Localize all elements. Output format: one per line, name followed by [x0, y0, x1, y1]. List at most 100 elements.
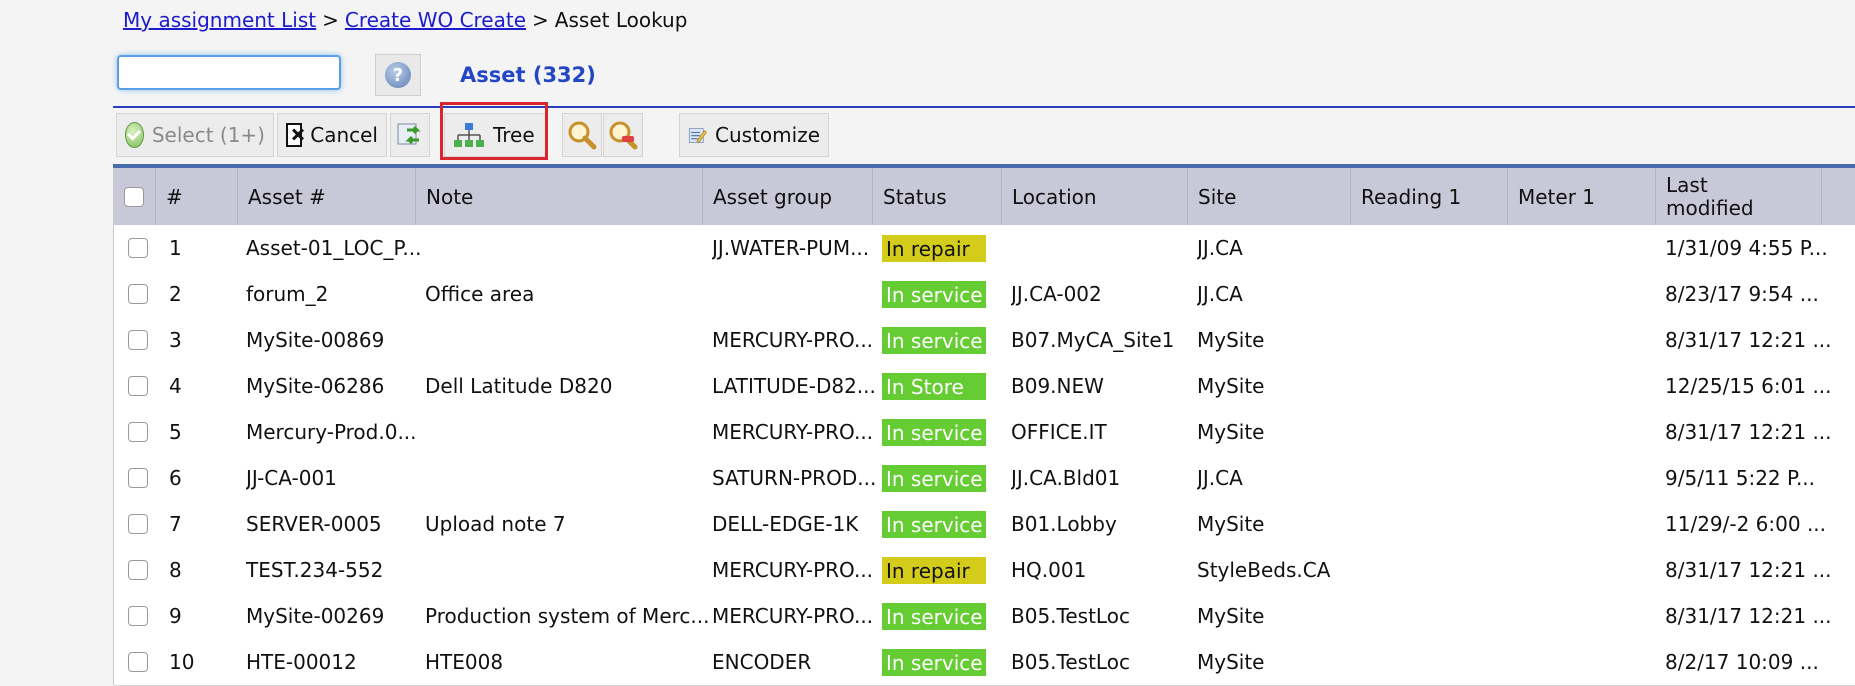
cell-asset-group: MERCURY-PRO...: [712, 420, 874, 444]
row-checkbox-cell: [128, 501, 148, 547]
column-header-note-label: Note: [426, 184, 474, 209]
breadcrumb-link-create-wo[interactable]: Create WO Create: [345, 8, 526, 32]
table-row[interactable]: 10 HTE-00012 HTE008 ENCODER In service B05.Te…: [114, 639, 1855, 686]
cell-number: 9: [169, 604, 182, 628]
column-header-last-modified[interactable]: Last modified: [1656, 168, 1822, 225]
column-header-asset-label: Asset #: [248, 184, 326, 209]
row-checkbox[interactable]: [128, 330, 148, 350]
magnifier-icon: [568, 121, 597, 150]
breadcrumb-separator: >: [532, 8, 549, 32]
refresh-button[interactable]: [390, 113, 430, 157]
cell-location: JJ.CA-002: [1011, 282, 1102, 306]
column-header-number[interactable]: #: [156, 168, 238, 225]
row-checkbox-cell: [128, 639, 148, 685]
cell-site: MySite: [1197, 420, 1265, 444]
cell-number: 5: [169, 420, 182, 444]
cell-site: MySite: [1197, 328, 1265, 352]
status-badge: In repair: [882, 556, 986, 584]
clear-search-icon: [609, 121, 638, 150]
table-row[interactable]: 7 SERVER-0005 Upload note 7 DELL-EDGE-1K In …: [114, 501, 1855, 548]
cell-asset: TEST.234-552: [246, 558, 384, 582]
breadcrumb-link-assignment-list[interactable]: My assignment List: [123, 8, 316, 32]
select-button[interactable]: Select (1+): [116, 113, 274, 157]
cell-number: 8: [169, 558, 182, 582]
cell-site: JJ.CA: [1197, 466, 1243, 490]
cancel-button-label: Cancel: [310, 123, 378, 147]
row-checkbox[interactable]: [128, 514, 148, 534]
cell-asset-group: MERCURY-PRO...: [712, 328, 874, 352]
row-checkbox[interactable]: [128, 284, 148, 304]
cell-status: In service: [882, 455, 986, 501]
column-header-reading-label: Reading 1: [1361, 184, 1462, 209]
column-header-asset-group[interactable]: Asset group: [703, 168, 873, 225]
cell-location: OFFICE.IT: [1011, 420, 1107, 444]
cell-status: In repair: [882, 225, 986, 271]
breadcrumb-separator: >: [322, 8, 339, 32]
cell-asset-group: JJ.WATER-PUM...: [712, 236, 870, 260]
customize-icon: [688, 128, 707, 144]
cell-last-modified: 9/5/11 5:22 P...: [1665, 466, 1816, 490]
column-header-location[interactable]: Location: [1002, 168, 1188, 225]
table-row[interactable]: 6 JJ-CA-001 SATURN-PROD... In service JJ.CA.…: [114, 455, 1855, 502]
row-checkbox[interactable]: [128, 560, 148, 580]
customize-button-label: Customize: [715, 123, 820, 147]
status-badge: In service: [882, 648, 986, 676]
breadcrumb: My assignment List > Create WO Create > Asse…: [123, 8, 687, 32]
column-header-asset[interactable]: Asset #: [238, 168, 416, 225]
search-button[interactable]: [562, 113, 602, 157]
column-header-site[interactable]: Site: [1188, 168, 1351, 225]
cell-number: 3: [169, 328, 182, 352]
cell-asset-group: ENCODER: [712, 650, 812, 674]
column-header-status[interactable]: Status: [873, 168, 1002, 225]
column-header-reading[interactable]: Reading 1: [1351, 168, 1508, 225]
cell-asset: forum_2: [246, 282, 329, 306]
cell-note: Upload note 7: [425, 512, 566, 536]
row-checkbox[interactable]: [128, 606, 148, 626]
header-divider: [113, 106, 1855, 108]
table-row[interactable]: 3 MySite-00869 MERCURY-PRO... In service B07…: [114, 317, 1855, 364]
row-checkbox-cell: [128, 225, 148, 271]
asset-count-title: Asset (332): [460, 63, 596, 87]
cell-number: 6: [169, 466, 182, 490]
row-checkbox-cell: [128, 317, 148, 363]
cell-number: 7: [169, 512, 182, 536]
search-input[interactable]: [117, 55, 341, 90]
row-checkbox-cell: [128, 455, 148, 501]
row-checkbox[interactable]: [128, 238, 148, 258]
cell-last-modified: 1/31/09 4:55 P...: [1665, 236, 1828, 260]
status-badge: In service: [882, 602, 986, 630]
row-checkbox[interactable]: [128, 376, 148, 396]
column-header-meter[interactable]: Meter 1: [1508, 168, 1656, 225]
table-row[interactable]: 1 Asset-01_LOC_P... JJ.WATER-PUM... In repa…: [114, 225, 1855, 272]
status-badge: In service: [882, 418, 986, 446]
cell-asset: HTE-00012: [246, 650, 357, 674]
cell-asset-group: SATURN-PROD...: [712, 466, 877, 490]
cell-asset: MySite-00869: [246, 328, 385, 352]
clear-search-button[interactable]: [603, 113, 643, 157]
row-checkbox[interactable]: [128, 468, 148, 488]
row-checkbox[interactable]: [128, 652, 148, 672]
row-checkbox-cell: [128, 363, 148, 409]
cell-status: In service: [882, 593, 986, 639]
table-row[interactable]: 9 MySite-00269 Production system of Merc..…: [114, 593, 1855, 640]
cancel-button[interactable]: Cancel: [277, 113, 387, 157]
header-select-all: [114, 168, 156, 225]
column-header-note[interactable]: Note: [416, 168, 703, 225]
table-row[interactable]: 5 Mercury-Prod.0... MERCURY-PRO... In servi…: [114, 409, 1855, 456]
cell-status: In service: [882, 639, 986, 685]
cell-asset-group: DELL-EDGE-1K: [712, 512, 859, 536]
cell-asset-group: MERCURY-PRO...: [712, 604, 874, 628]
customize-button[interactable]: Customize: [679, 113, 829, 157]
table-row[interactable]: 2 forum_2 Office area In service JJ.CA-002 JJ…: [114, 271, 1855, 318]
row-checkbox-cell: [128, 593, 148, 639]
row-checkbox[interactable]: [128, 422, 148, 442]
cell-site: MySite: [1197, 374, 1265, 398]
select-all-checkbox[interactable]: [124, 186, 144, 207]
help-button[interactable]: ?: [375, 54, 421, 96]
table-row[interactable]: 8 TEST.234-552 MERCURY-PRO... In repair HQ.0…: [114, 547, 1855, 594]
column-header-status-label: Status: [883, 184, 947, 209]
cell-asset: SERVER-0005: [246, 512, 382, 536]
table-row[interactable]: 4 MySite-06286 Dell Latitude D820 LATITUDE-…: [114, 363, 1855, 410]
cell-last-modified: 8/2/17 10:09 ...: [1665, 650, 1819, 674]
cell-asset: Asset-01_LOC_P...: [246, 236, 422, 260]
